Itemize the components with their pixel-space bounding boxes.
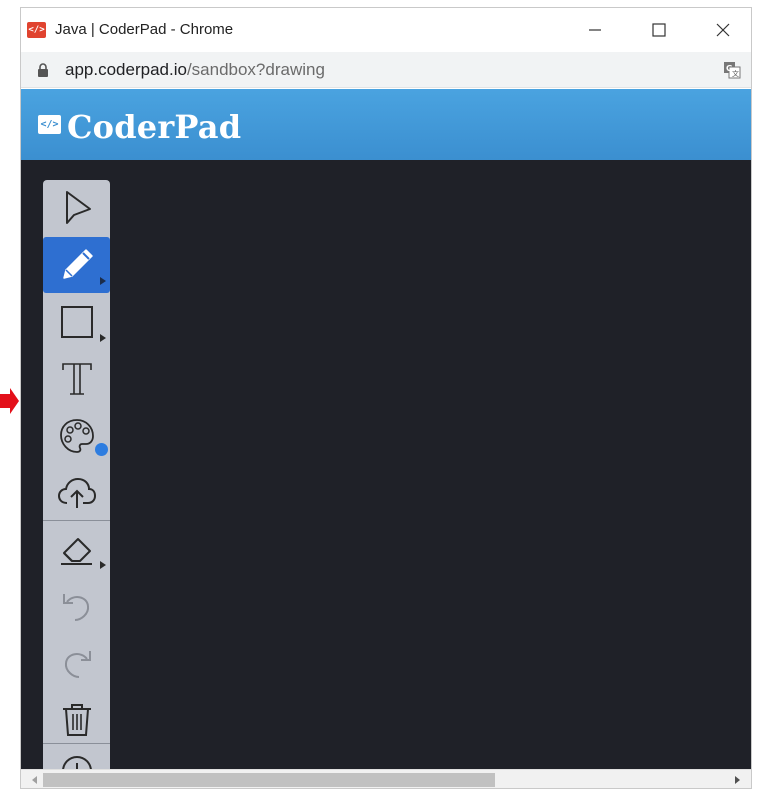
browser-window: </> Java | CoderPad - Chrome app.coderpa… (20, 7, 752, 789)
drawing-toolbar (43, 180, 110, 786)
shape-options-caret-icon[interactable] (100, 334, 106, 342)
scroll-right-arrow-icon[interactable] (735, 776, 740, 784)
trash-icon (62, 704, 91, 736)
app-header: </> CoderPad (21, 89, 751, 160)
maximize-icon (652, 23, 666, 37)
maximize-button[interactable] (637, 16, 681, 44)
url-text[interactable]: app.coderpad.io/sandbox?drawing (65, 60, 325, 80)
url-host: app.coderpad.io (65, 60, 187, 79)
address-bar[interactable]: app.coderpad.io/sandbox?drawing G 文 (21, 52, 751, 88)
drawing-canvas[interactable] (21, 160, 751, 786)
eraser-tool-button[interactable] (43, 521, 110, 577)
undo-icon (62, 594, 89, 621)
close-icon (716, 23, 730, 37)
eraser-options-caret-icon[interactable] (100, 561, 106, 569)
annotation-arrow-icon (0, 388, 19, 414)
text-tool-button[interactable] (43, 351, 110, 407)
select-tool-button[interactable] (43, 180, 110, 236)
coderpad-logo-icon: </> (38, 115, 61, 134)
coderpad-favicon-icon: </> (27, 22, 46, 38)
current-color-swatch[interactable] (95, 443, 108, 456)
minimize-button[interactable] (573, 16, 617, 44)
eraser-icon (60, 538, 92, 565)
title-bar: </> Java | CoderPad - Chrome (21, 8, 751, 52)
window-title: Java | CoderPad - Chrome (55, 21, 234, 38)
palette-icon (59, 419, 94, 453)
pencil-options-caret-icon[interactable] (100, 277, 106, 285)
toolbar-divider (43, 743, 110, 744)
rectangle-icon (60, 306, 93, 338)
redo-icon (64, 651, 91, 678)
text-icon (61, 363, 92, 395)
undo-button[interactable] (43, 578, 110, 634)
minimize-icon (589, 29, 601, 31)
translate-icon[interactable]: G 文 (723, 61, 741, 79)
upload-tool-button[interactable] (43, 465, 110, 521)
scroll-left-arrow-icon[interactable] (32, 776, 37, 784)
scrollbar-thumb[interactable] (43, 773, 495, 787)
url-path: /sandbox?drawing (186, 60, 325, 79)
pencil-icon (62, 249, 93, 279)
cloud-upload-icon (57, 477, 96, 508)
svg-text:文: 文 (732, 69, 739, 78)
cursor-arrow-icon (65, 191, 91, 224)
clear-canvas-button[interactable] (43, 692, 110, 748)
close-button[interactable] (701, 16, 745, 44)
redo-button[interactable] (43, 635, 110, 691)
rectangle-tool-button[interactable] (43, 294, 110, 350)
app-logo-text: CoderPad (67, 108, 242, 146)
lock-icon[interactable] (37, 63, 49, 77)
pencil-tool-button[interactable] (43, 237, 110, 293)
horizontal-scrollbar[interactable] (21, 769, 751, 788)
color-tool-button[interactable] (43, 408, 110, 464)
